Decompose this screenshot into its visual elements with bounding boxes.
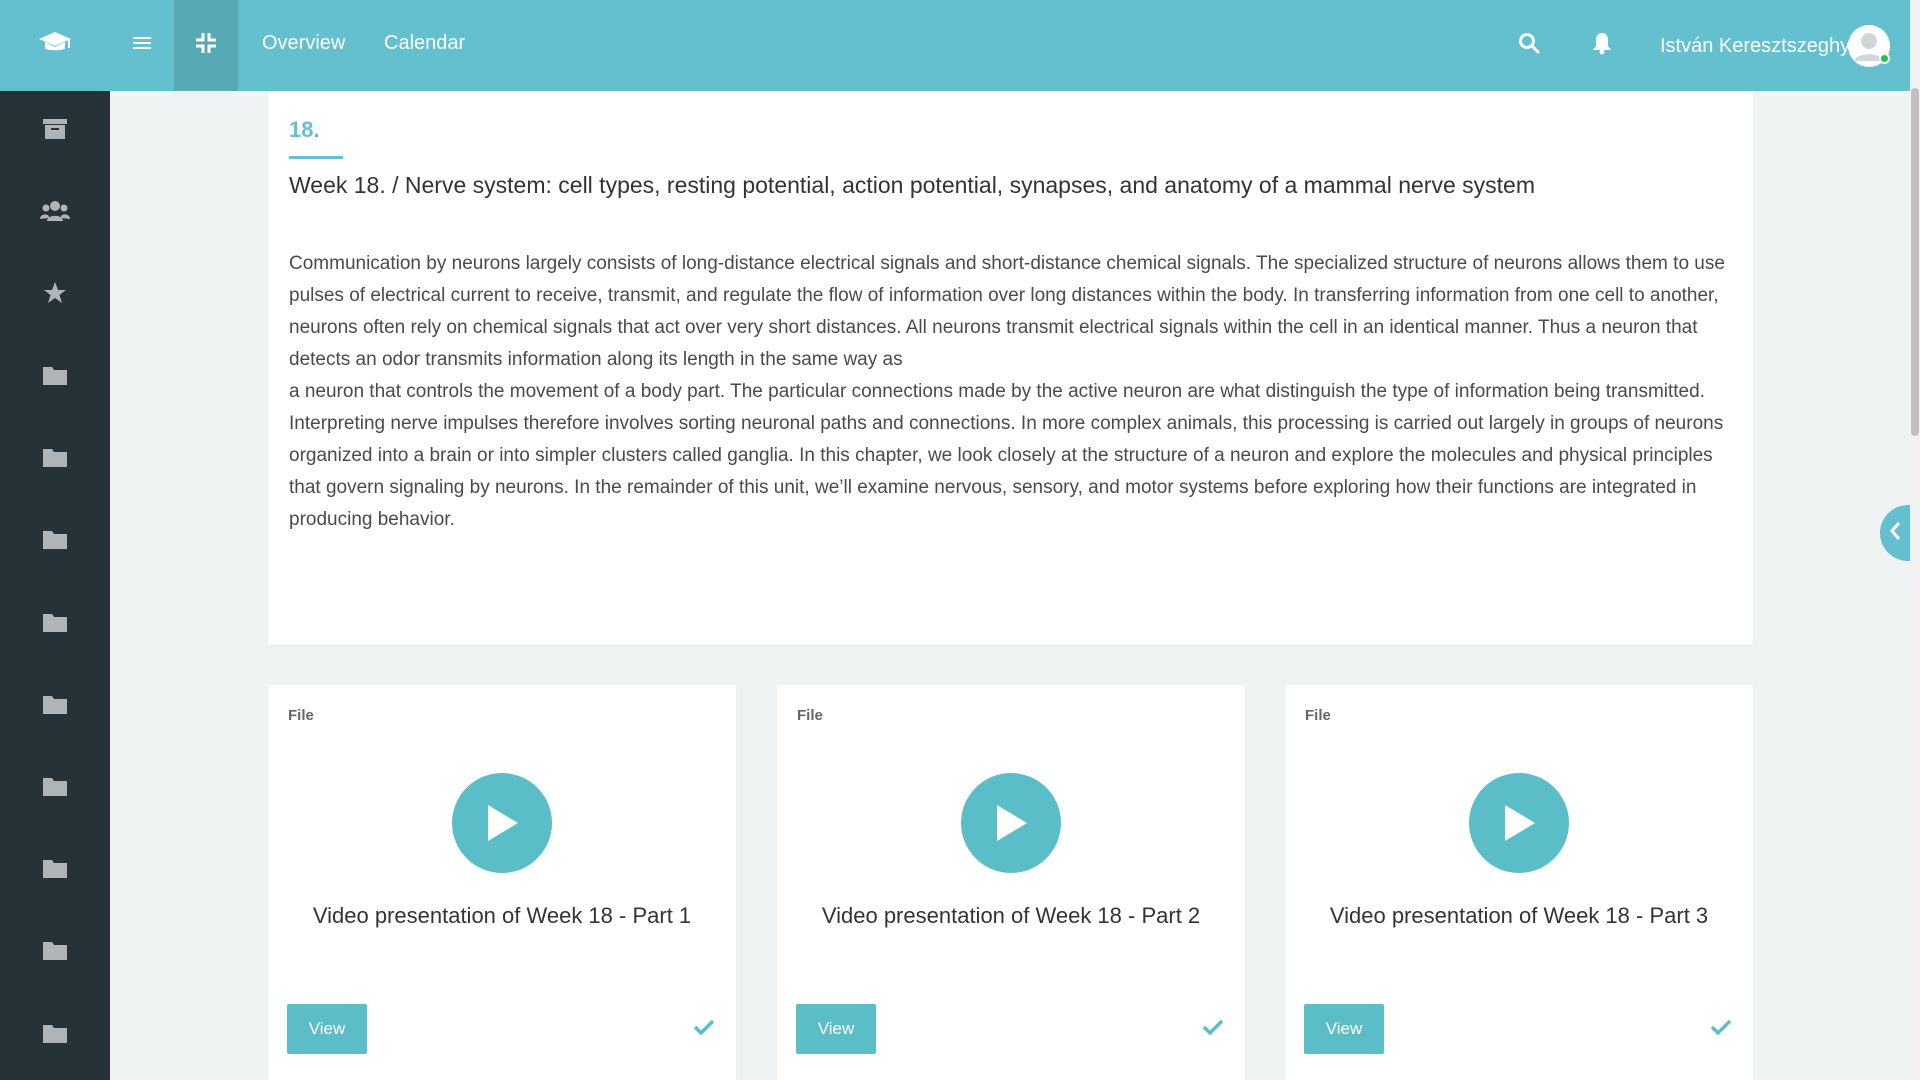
app-logo[interactable]	[0, 0, 110, 91]
scrollbar-thumb[interactable]	[1911, 88, 1919, 436]
folder-icon	[43, 858, 67, 883]
sidebar-item-folder-3[interactable]	[0, 511, 110, 571]
folder-icon	[43, 612, 67, 637]
file-type-label: File	[1305, 707, 1331, 724]
check-icon	[1709, 1015, 1733, 1039]
folder-icon	[43, 694, 67, 719]
star-icon	[43, 281, 67, 310]
online-status-badge	[1879, 53, 1890, 64]
play-icon[interactable]	[1469, 773, 1569, 873]
folder-icon	[43, 447, 67, 472]
graduation-cap-icon	[38, 30, 72, 61]
bell-icon	[1591, 31, 1613, 60]
lesson-paragraph-1: Communication by neurons largely consist…	[289, 253, 1725, 370]
sidebar-item-folder-8[interactable]	[0, 922, 110, 982]
file-type-label: File	[288, 707, 314, 724]
sidebar-item-archive[interactable]	[0, 101, 110, 161]
sidebar-item-folder-6[interactable]	[0, 758, 110, 818]
folder-icon	[43, 940, 67, 965]
file-card-part-1: File Video presentation of Week 18 - Par…	[268, 685, 736, 1080]
week-number: 18.	[289, 117, 320, 142]
sidebar-item-folder-2[interactable]	[0, 429, 110, 489]
folder-icon	[43, 365, 67, 390]
file-title: Video presentation of Week 18 - Part 1	[312, 903, 692, 928]
nav-overview-link[interactable]: Overview	[262, 32, 345, 55]
search-icon	[1518, 32, 1540, 59]
folder-icon	[43, 776, 67, 801]
sidebar-item-favorites[interactable]	[0, 265, 110, 325]
sidebar-item-folder-5[interactable]	[0, 676, 110, 736]
check-icon	[1201, 1015, 1225, 1039]
right-panel-toggle[interactable]	[1880, 505, 1910, 561]
sidebar-item-folder-1[interactable]	[0, 347, 110, 407]
sidebar-item-folder-4[interactable]	[0, 594, 110, 654]
sidebar-item-folder-9[interactable]	[0, 1005, 110, 1065]
users-icon	[40, 199, 70, 228]
nav-calendar-link[interactable]: Calendar	[384, 32, 465, 55]
sidebar-item-groups[interactable]	[0, 183, 110, 243]
compress-icon	[194, 31, 218, 60]
file-card-part-3: File Video presentation of Week 18 - Par…	[1285, 685, 1753, 1080]
view-button[interactable]: View	[287, 1004, 367, 1054]
play-icon[interactable]	[452, 773, 552, 873]
folder-icon	[43, 529, 67, 554]
sidebar	[0, 91, 110, 1080]
play-icon[interactable]	[961, 773, 1061, 873]
folder-icon	[43, 1023, 67, 1048]
archive-icon	[43, 118, 67, 145]
file-title: Video presentation of Week 18 - Part 3	[1329, 903, 1709, 928]
check-icon	[692, 1015, 716, 1039]
lesson-title: Week 18. / Nerve system: cell types, res…	[289, 172, 1535, 198]
sidebar-item-folder-7[interactable]	[0, 840, 110, 900]
compress-view-button[interactable]	[174, 0, 238, 91]
chevron-left-icon	[1889, 521, 1901, 546]
file-title: Video presentation of Week 18 - Part 2	[821, 903, 1201, 928]
view-button[interactable]: View	[796, 1004, 876, 1054]
lesson-description: Communication by neurons largely consist…	[289, 248, 1729, 536]
week-number-underline	[289, 156, 343, 159]
file-card-part-2: File Video presentation of Week 18 - Par…	[777, 685, 1245, 1080]
notifications-button[interactable]	[1588, 31, 1616, 59]
file-type-label: File	[797, 707, 823, 724]
view-button[interactable]: View	[1304, 1004, 1384, 1054]
hamburger-menu-icon	[133, 36, 151, 55]
lesson-paragraph-2: a neuron that controls the movement of a…	[289, 381, 1724, 530]
menu-toggle-button[interactable]	[110, 0, 174, 91]
top-navbar: Overview Calendar István Keresztszeghy	[0, 0, 1910, 91]
user-name[interactable]: István Keresztszeghy	[1660, 35, 1850, 58]
search-button[interactable]	[1515, 31, 1543, 59]
